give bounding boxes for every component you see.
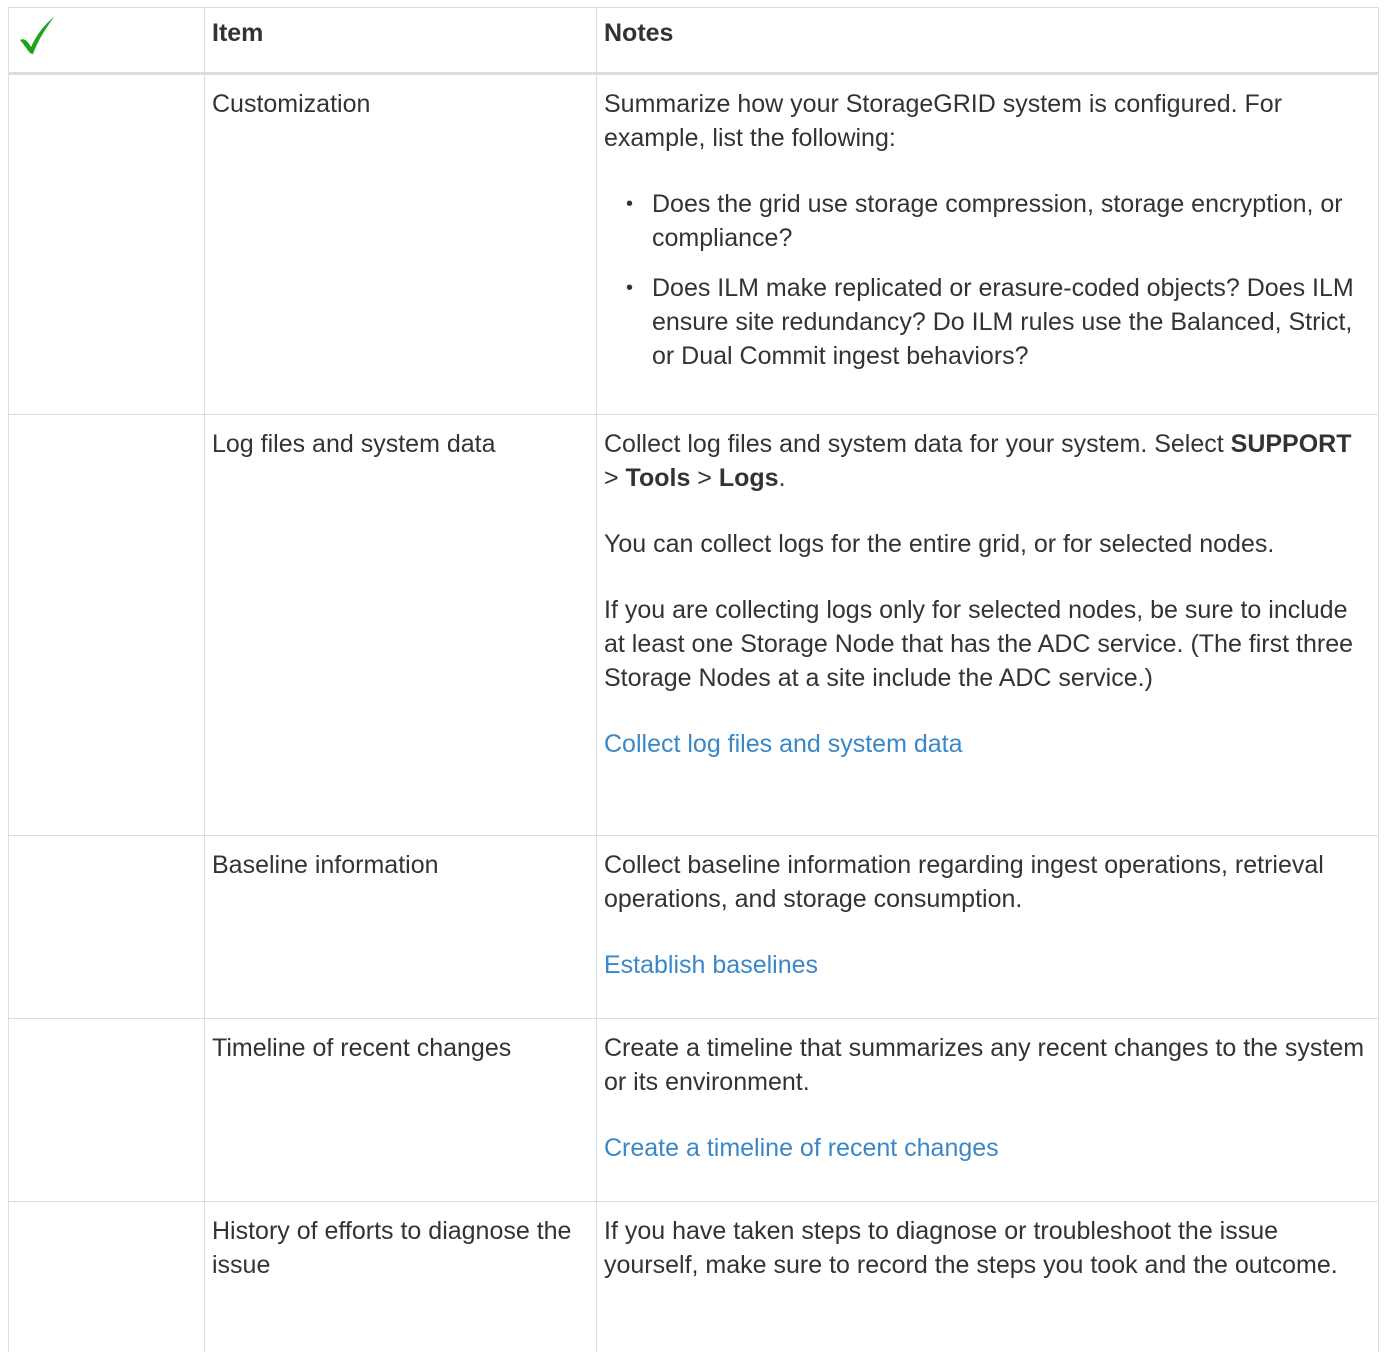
menu-separator: > — [690, 464, 719, 492]
item-cell: Customization — [204, 73, 597, 415]
item-cell: Log files and system data — [204, 414, 597, 836]
notes-paragraph: Summarize how your StorageGRID system is… — [604, 90, 1283, 152]
item-cell: Baseline information — [204, 835, 597, 1019]
checklist-table: Item Notes Customization Summarize how y… — [8, 7, 1379, 1352]
instruction-text: Collect log files and system data for yo… — [604, 430, 1231, 458]
table-row: Baseline information Collect baseline in… — [8, 835, 1379, 1019]
notes-paragraph: Collect log files and system data — [604, 727, 1372, 761]
notes-cell: Collect log files and system data for yo… — [596, 414, 1379, 836]
establish-baselines-link[interactable]: Establish baselines — [604, 951, 818, 979]
notes-cell: Create a timeline that summarizes any re… — [596, 1018, 1379, 1202]
list-item: Does the grid use storage compression, s… — [626, 187, 1372, 255]
item-column-header: Item — [204, 7, 597, 75]
list-item: Does ILM make replicated or erasure-code… — [626, 271, 1372, 373]
table-row: Customization Summarize how your Storage… — [8, 73, 1379, 415]
notes-cell: Summarize how your StorageGRID system is… — [596, 73, 1379, 415]
create-timeline-link[interactable]: Create a timeline of recent changes — [604, 1134, 999, 1162]
item-cell: History of efforts to diagnose the issue — [204, 1201, 597, 1352]
menu-separator: > — [604, 464, 626, 492]
table-row: Timeline of recent changes Create a time… — [8, 1018, 1379, 1202]
bullet-list: Does the grid use storage compression, s… — [604, 187, 1372, 373]
collect-logs-link[interactable]: Collect log files and system data — [604, 730, 963, 758]
menu-path-tools: Tools — [625, 464, 691, 492]
notes-paragraph: Collect baseline information regarding i… — [604, 851, 1324, 913]
check-column-header — [8, 7, 205, 75]
check-cell — [8, 73, 205, 415]
notes-paragraph: Create a timeline that summarizes any re… — [604, 1034, 1365, 1096]
notes-paragraph: You can collect logs for the entire grid… — [604, 530, 1275, 558]
sentence-end: . — [778, 464, 786, 492]
check-cell — [8, 414, 205, 836]
table-row: History of efforts to diagnose the issue… — [8, 1201, 1379, 1352]
green-checkmark-icon — [20, 17, 54, 54]
notes-paragraph: Establish baselines — [604, 948, 1372, 982]
check-cell — [8, 1018, 205, 1202]
notes-cell: If you have taken steps to diagnose or t… — [596, 1201, 1379, 1352]
notes-paragraph: Collect log files and system data for yo… — [604, 427, 1372, 495]
table-header-row: Item Notes — [8, 7, 1379, 75]
menu-path-logs: Logs — [718, 464, 779, 492]
notes-paragraph: Create a timeline of recent changes — [604, 1131, 1372, 1165]
table-row: Log files and system data Collect log fi… — [8, 414, 1379, 836]
item-cell: Timeline of recent changes — [204, 1018, 597, 1202]
notes-cell: Collect baseline information regarding i… — [596, 835, 1379, 1019]
notes-paragraph: If you have taken steps to diagnose or t… — [604, 1217, 1338, 1279]
menu-path-support: SUPPORT — [1230, 430, 1352, 458]
notes-paragraph: If you are collecting logs only for sele… — [604, 596, 1353, 692]
check-cell — [8, 1201, 205, 1352]
notes-column-header: Notes — [596, 7, 1379, 75]
check-cell — [8, 835, 205, 1019]
